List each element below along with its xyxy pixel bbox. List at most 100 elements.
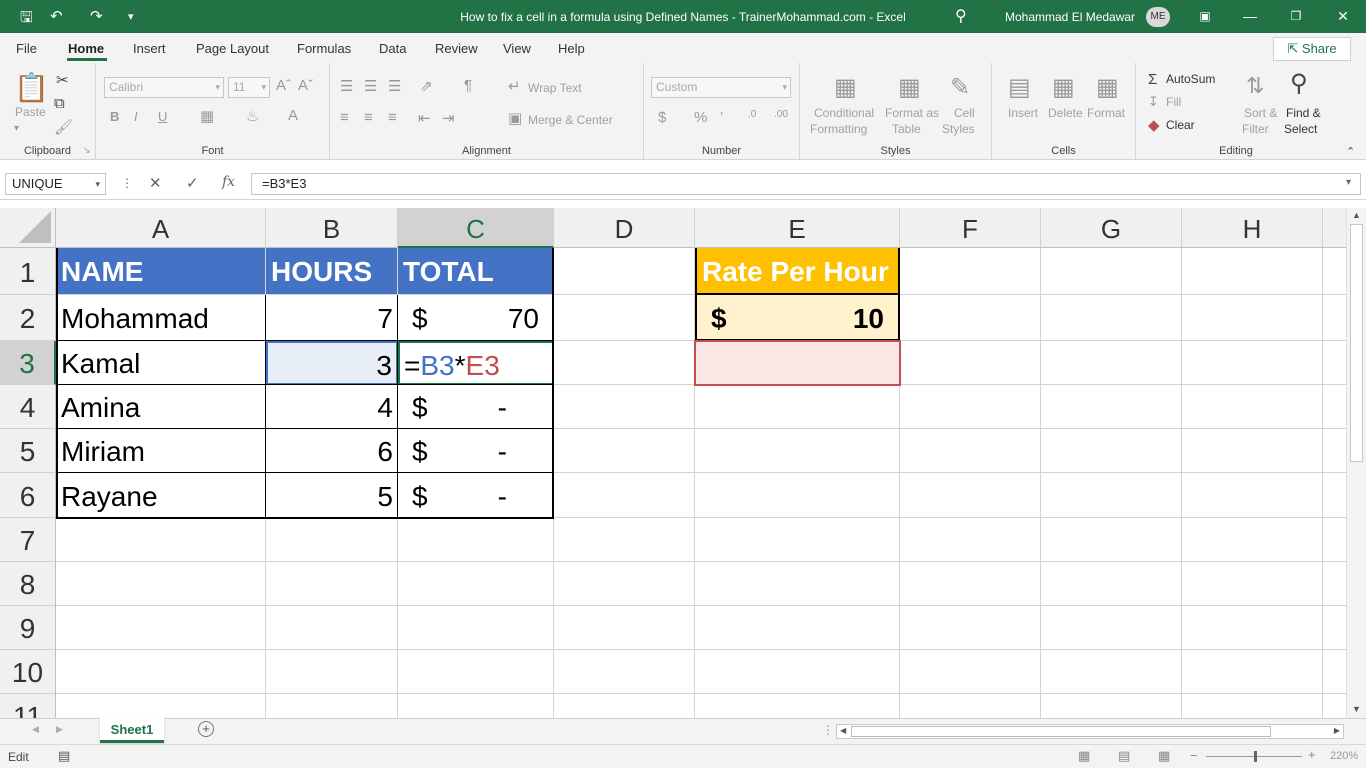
minimize-icon[interactable]: — — [1240, 6, 1260, 26]
cell-c4[interactable]: $ - — [398, 385, 554, 429]
align-bottom-icon[interactable]: ☰ — [388, 77, 401, 95]
font-size-select[interactable]: 11 ▾ — [228, 77, 270, 98]
share-button[interactable]: ⇱ Share — [1273, 37, 1351, 61]
h-scroll-thumb[interactable] — [851, 726, 1271, 737]
comma-icon[interactable]: ’ — [720, 109, 723, 126]
bold-icon[interactable]: B — [110, 109, 119, 124]
font-name-select[interactable]: Calibri ▾ — [104, 77, 224, 98]
copy-icon[interactable]: ⧉ — [54, 95, 65, 112]
cell-a2[interactable]: Mohammad — [56, 295, 266, 341]
search-icon[interactable]: ⚲ — [955, 6, 967, 26]
dialog-launcher-icon[interactable]: ↘ — [83, 145, 91, 156]
find-select-label-2[interactable]: Select — [1284, 122, 1317, 136]
row-header-4[interactable]: 4 — [0, 385, 56, 429]
avatar[interactable]: ME — [1146, 7, 1170, 27]
cell-a6[interactable]: Rayane — [56, 473, 266, 518]
row-header-3[interactable]: 3 — [0, 341, 56, 385]
horizontal-scrollbar[interactable]: ◀ ▶ — [836, 724, 1344, 739]
cell-styles-icon[interactable]: ✎ — [950, 73, 970, 102]
normal-view-icon[interactable]: ▦ — [1078, 748, 1090, 764]
page-break-view-icon[interactable]: ▦ — [1158, 748, 1170, 764]
column-header-a[interactable]: A — [56, 208, 266, 248]
cell-c6[interactable]: $ - — [398, 473, 554, 518]
format-table-label[interactable]: Format as — [885, 106, 939, 120]
format-table-icon[interactable]: ▦ — [898, 73, 921, 102]
decrease-indent-icon[interactable]: ⇤ — [418, 109, 431, 127]
fill-icon[interactable]: ↧ — [1148, 94, 1159, 110]
cell-a3[interactable]: Kamal — [56, 341, 266, 385]
eraser-icon[interactable]: ◆ — [1148, 116, 1160, 134]
zoom-out-icon[interactable]: − — [1190, 748, 1198, 763]
delete-button[interactable]: Delete — [1048, 106, 1083, 120]
cell-e2[interactable]: $ 10 — [695, 295, 900, 341]
cell-b1[interactable]: HOURS — [266, 248, 398, 295]
insert-cells-icon[interactable]: ▤ — [1008, 73, 1031, 102]
decrease-font-icon[interactable]: Aˇ — [298, 77, 313, 94]
tab-formulas[interactable]: Formulas — [297, 41, 351, 56]
merge-icon[interactable]: ▣ — [508, 109, 522, 127]
increase-font-icon[interactable]: Aˆ — [276, 77, 291, 94]
format-painter-icon[interactable]: 🖌 — [54, 118, 73, 136]
column-header-d[interactable]: D — [554, 208, 695, 248]
tab-data[interactable]: Data — [379, 41, 406, 56]
cell-a4[interactable]: Amina — [56, 385, 266, 429]
sheet-tab-sheet1[interactable]: Sheet1 — [100, 718, 164, 743]
tab-page-layout[interactable]: Page Layout — [196, 41, 269, 56]
currency-icon[interactable]: $ — [658, 109, 666, 126]
align-center-icon[interactable]: ≡ — [364, 109, 373, 126]
sort-filter-label[interactable]: Sort & — [1244, 106, 1277, 120]
italic-icon[interactable]: I — [134, 109, 138, 124]
format-table-label-2[interactable]: Table — [892, 122, 921, 136]
format-button[interactable]: Format — [1087, 106, 1125, 120]
undo-icon[interactable]: ↶ — [50, 7, 63, 25]
column-header-i[interactable] — [1323, 208, 1346, 248]
formula-input[interactable]: =B3*E3 — [251, 173, 1361, 195]
sort-filter-label-2[interactable]: Filter — [1242, 122, 1269, 136]
vertical-scrollbar[interactable]: ▲ ▼ — [1346, 208, 1366, 718]
wrap-text-icon[interactable]: ↵ — [508, 77, 521, 95]
insert-function-icon[interactable]: fx — [222, 174, 235, 190]
row-header-11[interactable]: 11 — [0, 694, 56, 718]
redo-icon[interactable]: ↷ — [90, 7, 103, 25]
wrap-text-button[interactable]: Wrap Text — [528, 81, 582, 95]
conditional-formatting-label[interactable]: Conditional — [814, 106, 874, 120]
align-left-icon[interactable]: ≡ — [340, 109, 349, 126]
customize-toolbar-icon[interactable]: ▾ — [128, 10, 134, 23]
name-box[interactable]: UNIQUE ▾ — [5, 173, 106, 195]
format-cells-icon[interactable]: ▦ — [1096, 73, 1119, 102]
row-header-6[interactable]: 6 — [0, 473, 56, 518]
cell-e1[interactable]: Rate Per Hour — [695, 248, 900, 295]
column-header-f[interactable]: F — [900, 208, 1041, 248]
orientation-icon[interactable]: ⇗ — [420, 77, 433, 95]
increase-decimal-icon[interactable]: .0 — [748, 109, 756, 120]
tab-review[interactable]: Review — [435, 41, 478, 56]
scroll-up-icon[interactable]: ▲ — [1352, 210, 1361, 220]
row-header-1[interactable]: 1 — [0, 248, 56, 295]
cell-styles-label[interactable]: Cell — [954, 106, 975, 120]
conditional-formatting-label-2[interactable]: Formatting — [810, 122, 867, 136]
cell-a5[interactable]: Miriam — [56, 429, 266, 473]
decrease-decimal-icon[interactable]: .00 — [774, 109, 788, 120]
cell-e3-referenced[interactable] — [694, 340, 901, 386]
zoom-in-icon[interactable]: + — [1308, 747, 1316, 762]
delete-cells-icon[interactable]: ▦ — [1052, 73, 1075, 102]
tab-view[interactable]: View — [503, 41, 531, 56]
scroll-right-icon[interactable]: ▶ — [1334, 726, 1340, 735]
add-sheet-icon[interactable]: + — [198, 721, 214, 737]
fill-button[interactable]: Fill — [1166, 95, 1181, 109]
find-select-label[interactable]: Find & — [1286, 106, 1321, 120]
row-header-2[interactable]: 2 — [0, 295, 56, 341]
column-header-h[interactable]: H — [1182, 208, 1323, 248]
merge-center-button[interactable]: Merge & Center — [528, 113, 613, 127]
clear-button[interactable]: Clear — [1166, 118, 1195, 132]
cell-a1[interactable]: NAME — [56, 248, 266, 295]
macro-record-icon[interactable]: ▤ — [58, 748, 70, 764]
tab-help[interactable]: Help — [558, 41, 585, 56]
cell-c2[interactable]: $ 70 — [398, 295, 554, 341]
cell-b5[interactable]: 6 — [266, 429, 398, 473]
borders-icon[interactable]: ▦ — [200, 107, 214, 125]
cell-styles-label-2[interactable]: Styles — [942, 122, 975, 136]
text-direction-icon[interactable]: ¶ — [464, 77, 472, 94]
autosum-icon[interactable]: Σ — [1148, 71, 1157, 88]
scroll-left-icon[interactable]: ◀ — [840, 726, 846, 735]
